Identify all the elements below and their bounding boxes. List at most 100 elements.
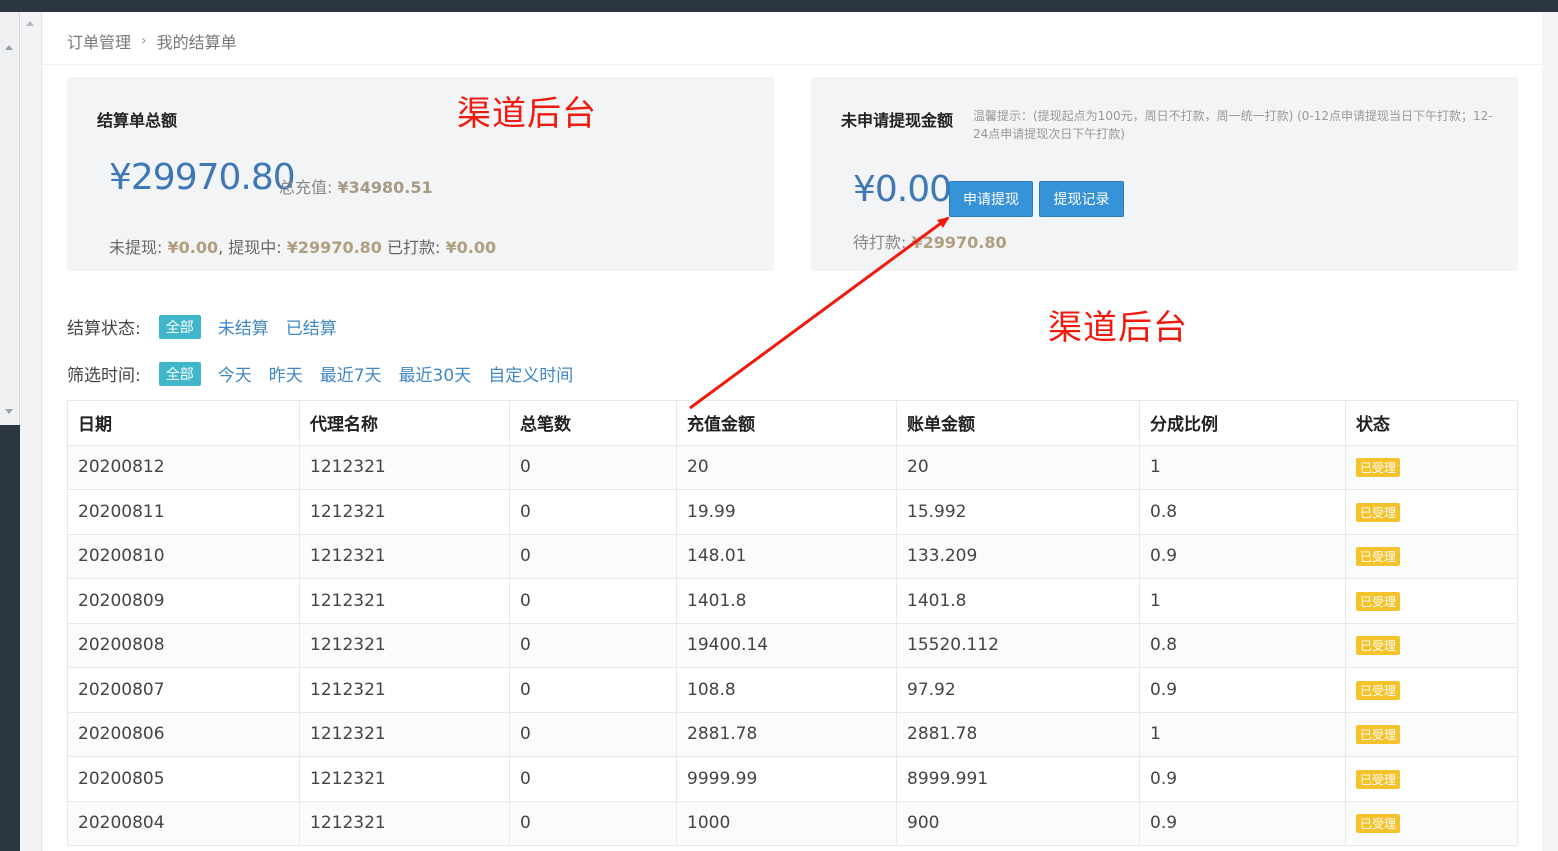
time-filter-option[interactable]: 今天 [218,361,252,386]
status-cell: 已受理 [1345,756,1518,802]
table-cell: 20200804 [67,800,300,846]
left-scrollbar[interactable] [0,12,20,425]
status-badge: 已受理 [1356,458,1401,478]
unapplied-amount: ¥0.00 [853,169,952,210]
table-cell: 108.8 [676,667,897,713]
settlement-table: 日期 代理名称 总笔数 充值金额 账单金额 分成比例 状态 20200812 12… [67,400,1518,846]
status-cell: 已受理 [1345,622,1518,668]
table-cell: 15.992 [896,489,1140,535]
time-filter-all[interactable]: 全部 [158,361,201,386]
breadcrumb-parent[interactable]: 订单管理 [67,29,131,53]
table-cell: 1212321 [299,489,510,535]
table-cell: 20200807 [67,667,300,713]
main-content: 订单管理 › 我的结算单 结算单总额 ¥29970.80 总充值: ¥34980… [42,12,1542,851]
table-cell: 1212321 [299,578,510,624]
table-cell: 15520.112 [896,622,1140,668]
table-cell: 1212321 [299,800,510,846]
table-header-row: 日期 代理名称 总笔数 充值金额 账单金额 分成比例 状态 [67,400,1518,446]
card-title: 未申请提现金额 [841,111,954,130]
table-cell: 20200806 [67,711,300,757]
top-bar [0,0,1558,12]
table-cell: 19400.14 [676,622,897,668]
status-badge: 已受理 [1356,591,1401,611]
status-filter-all[interactable]: 全部 [158,314,201,339]
table-row: 20200808 1212321 0 19400.14 15520.112 0.8 已受理 [67,622,1518,668]
status-cell: 已受理 [1345,800,1518,846]
paid-label: 已打款: [387,238,441,257]
status-cell: 已受理 [1345,711,1518,757]
table-cell: 0 [509,800,677,846]
status-filter-option[interactable]: 未结算 [218,314,269,339]
table-cell: 1 [1139,444,1346,490]
table-cell: 20200812 [67,444,300,490]
withdraw-stats: 未提现: ¥0.00, 提现中: ¥29970.80 已打款: ¥0.00 [109,234,496,258]
table-cell: 133.209 [896,533,1140,579]
paid-value: ¥0.00 [445,238,497,257]
table-cell: 0.8 [1139,489,1346,535]
table-cell: 0.9 [1139,756,1346,802]
settlement-summary-card: 结算单总额 ¥29970.80 总充值: ¥34980.51 未提现: ¥0.0… [67,77,774,271]
table-cell: 0 [509,489,677,535]
scroll-down-icon[interactable] [5,409,13,414]
table-cell: 1212321 [299,667,510,713]
scroll-up-icon[interactable] [5,45,13,50]
time-filter-option[interactable]: 自定义时间 [488,361,573,386]
table-cell: 20 [676,444,897,490]
card-title: 结算单总额 [97,111,178,130]
time-filter-option[interactable]: 昨天 [269,361,303,386]
table-cell: 20200809 [67,578,300,624]
table-cell: 2881.78 [676,711,897,757]
table-cell: 1212321 [299,622,510,668]
time-filter: 筛选时间: 全部 今天 昨天 最近7天 最近30天 自定义时间 [67,361,590,386]
table-row: 20200806 1212321 0 2881.78 2881.78 1 已受理 [67,711,1518,757]
table-row: 20200810 1212321 0 148.01 133.209 0.9 已受理 [67,533,1518,579]
table-cell: 1401.8 [676,578,897,624]
pending-label: 待打款: [853,233,907,252]
status-badge: 已受理 [1356,725,1401,745]
right-edge [1542,12,1558,851]
time-filter-option[interactable]: 最近30天 [399,361,472,386]
unwithdrawn-label: 未提现: [109,238,163,257]
total-recharge-value: ¥34980.51 [337,178,433,197]
table-cell: 1000 [676,800,897,846]
status-filter-label: 结算状态: [67,319,141,339]
table-cell: 1212321 [299,711,510,757]
apply-withdraw-button[interactable]: 申请提现 [949,181,1033,217]
column-header: 总笔数 [509,400,677,446]
status-filter-option[interactable]: 已结算 [286,314,337,339]
table-cell: 1 [1139,711,1346,757]
table-cell: 1 [1139,578,1346,624]
status-badge: 已受理 [1356,636,1401,656]
withdrawing-value: ¥29970.80 [286,238,382,257]
unwithdrawn-value: ¥0.00 [167,238,219,257]
table-cell: 1212321 [299,756,510,802]
withdraw-record-button[interactable]: 提现记录 [1039,181,1124,217]
status-badge: 已受理 [1356,814,1401,834]
table-row: 20200804 1212321 0 1000 900 0.9 已受理 [67,800,1518,846]
table-cell: 19.99 [676,489,897,535]
status-cell: 已受理 [1345,444,1518,490]
status-badge: 已受理 [1356,680,1401,700]
settlement-total-amount: ¥29970.80 [109,157,296,198]
table-cell: 20200811 [67,489,300,535]
table-cell: 1212321 [299,444,510,490]
table-cell: 0 [509,444,677,490]
table-cell: 8999.991 [896,756,1140,802]
status-cell: 已受理 [1345,489,1518,535]
pending-value: ¥29970.80 [911,233,1007,252]
table-cell: 0 [509,533,677,579]
table-cell: 20200810 [67,533,300,579]
status-cell: 已受理 [1345,667,1518,713]
table-cell: 20200805 [67,756,300,802]
time-filter-option[interactable]: 最近7天 [320,361,382,386]
table-row: 20200812 1212321 0 20 20 1 已受理 [67,444,1518,490]
table-row: 20200811 1212321 0 19.99 15.992 0.8 已受理 [67,489,1518,535]
column-header: 代理名称 [299,400,510,446]
content-scrollbar[interactable] [20,12,42,851]
total-recharge: 总充值: ¥34980.51 [279,174,433,198]
table-cell: 0.9 [1139,800,1346,846]
scroll-up-icon[interactable] [26,21,34,26]
status-filter: 结算状态: 全部 未结算 已结算 [67,314,354,339]
withdraw-tip: 温馨提示：(提现起点为100元，周日不打款，周一统一打款) (0-12点申请提现… [973,109,1493,141]
time-filter-label: 筛选时间: [67,366,141,386]
